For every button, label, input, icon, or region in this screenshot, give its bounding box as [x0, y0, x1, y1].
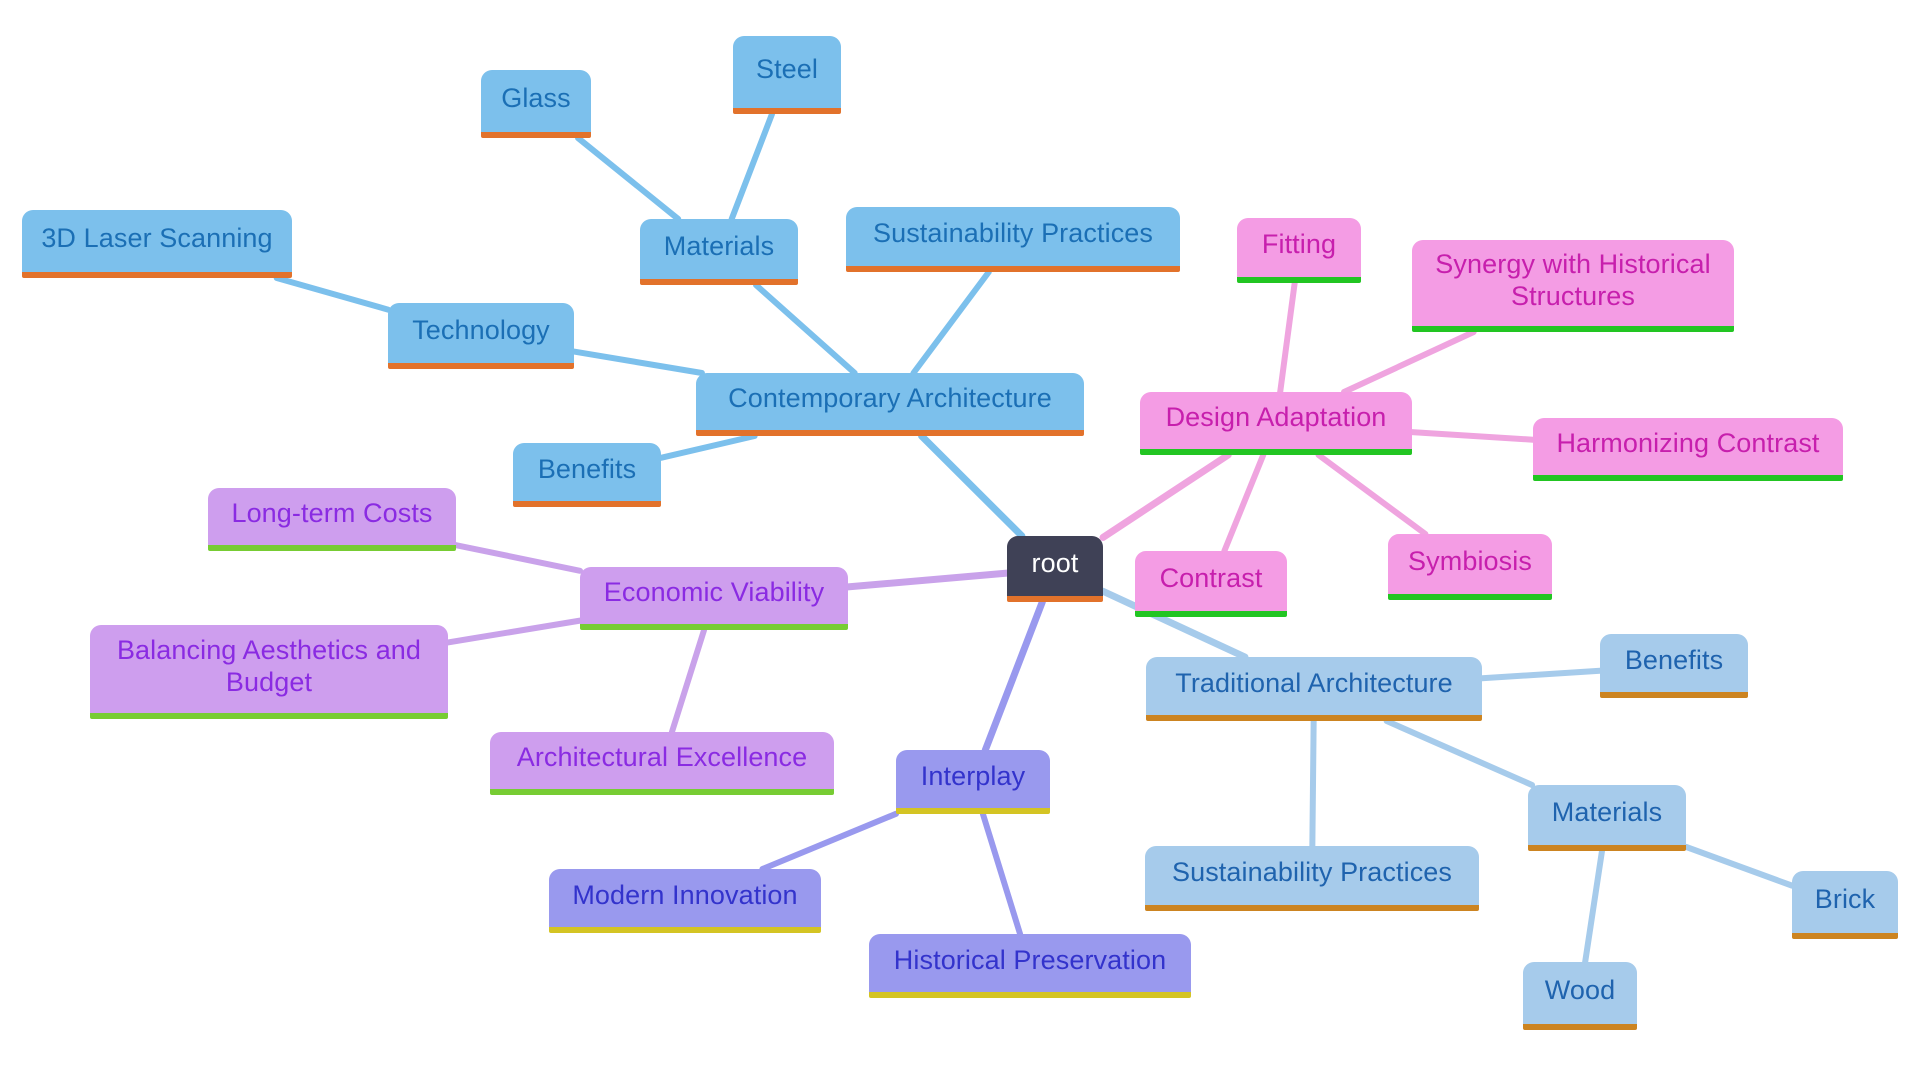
mindmap-node-materials_t[interactable]: Materials	[1528, 785, 1686, 851]
mindmap-node-contrast[interactable]: Contrast	[1135, 551, 1287, 617]
mindmap-node-synergy[interactable]: Synergy with Historical Structures	[1412, 240, 1734, 332]
mindmap-node-benefits_t[interactable]: Benefits	[1600, 634, 1748, 698]
mindmap-node-label: Steel	[755, 53, 819, 84]
mindmap-node-sustain_t[interactable]: Sustainability Practices	[1145, 846, 1479, 911]
mindmap-node-label: Sustainability Practices	[1171, 857, 1453, 888]
mindmap-node-label: Modern Innovation	[572, 879, 798, 910]
mindmap-node-label: Synergy with Historical Structures	[1435, 249, 1711, 311]
mindmap-node-label: Sustainability Practices	[872, 218, 1154, 249]
mindmap-node-wood[interactable]: Wood	[1523, 962, 1637, 1030]
mindmap-node-traditional[interactable]: Traditional Architecture	[1146, 657, 1482, 721]
mindmap-node-label: Historical Preservation	[893, 944, 1167, 975]
mindmap-node-materials_c[interactable]: Materials	[640, 219, 798, 285]
mindmap-node-laser[interactable]: 3D Laser Scanning	[22, 210, 292, 278]
mindmap-node-label: Symbiosis	[1408, 545, 1532, 576]
mindmap-node-contemporary[interactable]: Contemporary Architecture	[696, 373, 1084, 436]
mindmap-node-label: root	[1031, 547, 1079, 578]
mindmap-node-label: Benefits	[1624, 644, 1724, 675]
mindmap-node-label: Brick	[1814, 883, 1876, 914]
mindmap-node-label: 3D Laser Scanning	[41, 222, 273, 253]
mindmap-node-longterm[interactable]: Long-term Costs	[208, 488, 456, 551]
mindmap-node-historical[interactable]: Historical Preservation	[869, 934, 1191, 998]
mindmap-node-label: Technology	[412, 314, 550, 345]
mindmap-node-sustain_c[interactable]: Sustainability Practices	[846, 207, 1180, 272]
mindmap-node-label: Contrast	[1159, 562, 1263, 593]
mindmap-node-label: Wood	[1544, 974, 1616, 1005]
mindmap-node-excellence[interactable]: Architectural Excellence	[490, 732, 834, 795]
mindmap-node-label: Long-term Costs	[231, 498, 433, 529]
mindmap-node-economic[interactable]: Economic Viability	[580, 567, 848, 630]
mindmap-node-modern[interactable]: Modern Innovation	[549, 869, 821, 933]
mindmap-node-label: Balancing Aesthetics and Budget	[116, 635, 422, 697]
mindmap-node-label: Economic Viability	[603, 577, 825, 608]
mindmap-node-design[interactable]: Design Adaptation	[1140, 392, 1412, 455]
mindmap-node-label: Design Adaptation	[1165, 402, 1387, 433]
mindmap-node-symbiosis[interactable]: Symbiosis	[1388, 534, 1552, 600]
mindmap-node-label: Contemporary Architecture	[728, 383, 1052, 414]
mindmap-node-label: Materials	[1551, 796, 1663, 827]
mindmap-node-fitting[interactable]: Fitting	[1237, 218, 1361, 283]
mindmap-node-tech[interactable]: Technology	[388, 303, 574, 369]
mindmap-node-root[interactable]: root	[1007, 536, 1103, 602]
mindmap-node-label: Interplay	[920, 760, 1026, 791]
mindmap-node-balancing[interactable]: Balancing Aesthetics and Budget	[90, 625, 448, 719]
mindmap-node-label: Benefits	[537, 453, 637, 484]
mindmap-node-label: Fitting	[1261, 229, 1337, 260]
mindmap-node-harmonize[interactable]: Harmonizing Contrast	[1533, 418, 1843, 481]
mindmap-node-interplay[interactable]: Interplay	[896, 750, 1050, 814]
mindmap-node-label: Glass	[501, 82, 571, 113]
mindmap-node-label: Harmonizing Contrast	[1556, 428, 1820, 459]
mindmap-node-brick[interactable]: Brick	[1792, 871, 1898, 939]
mindmap-node-benefits_c[interactable]: Benefits	[513, 443, 661, 507]
mindmap-node-glass[interactable]: Glass	[481, 70, 591, 138]
mindmap-node-label: Materials	[663, 230, 775, 261]
mindmap-node-label: Architectural Excellence	[516, 742, 808, 773]
mindmap-node-steel[interactable]: Steel	[733, 36, 841, 114]
mindmap-canvas: root Contemporary Architecture Materials Gl…	[0, 0, 1920, 1080]
node-layer: root Contemporary Architecture Materials Gl…	[0, 0, 1920, 1080]
mindmap-node-label: Traditional Architecture	[1175, 667, 1453, 698]
